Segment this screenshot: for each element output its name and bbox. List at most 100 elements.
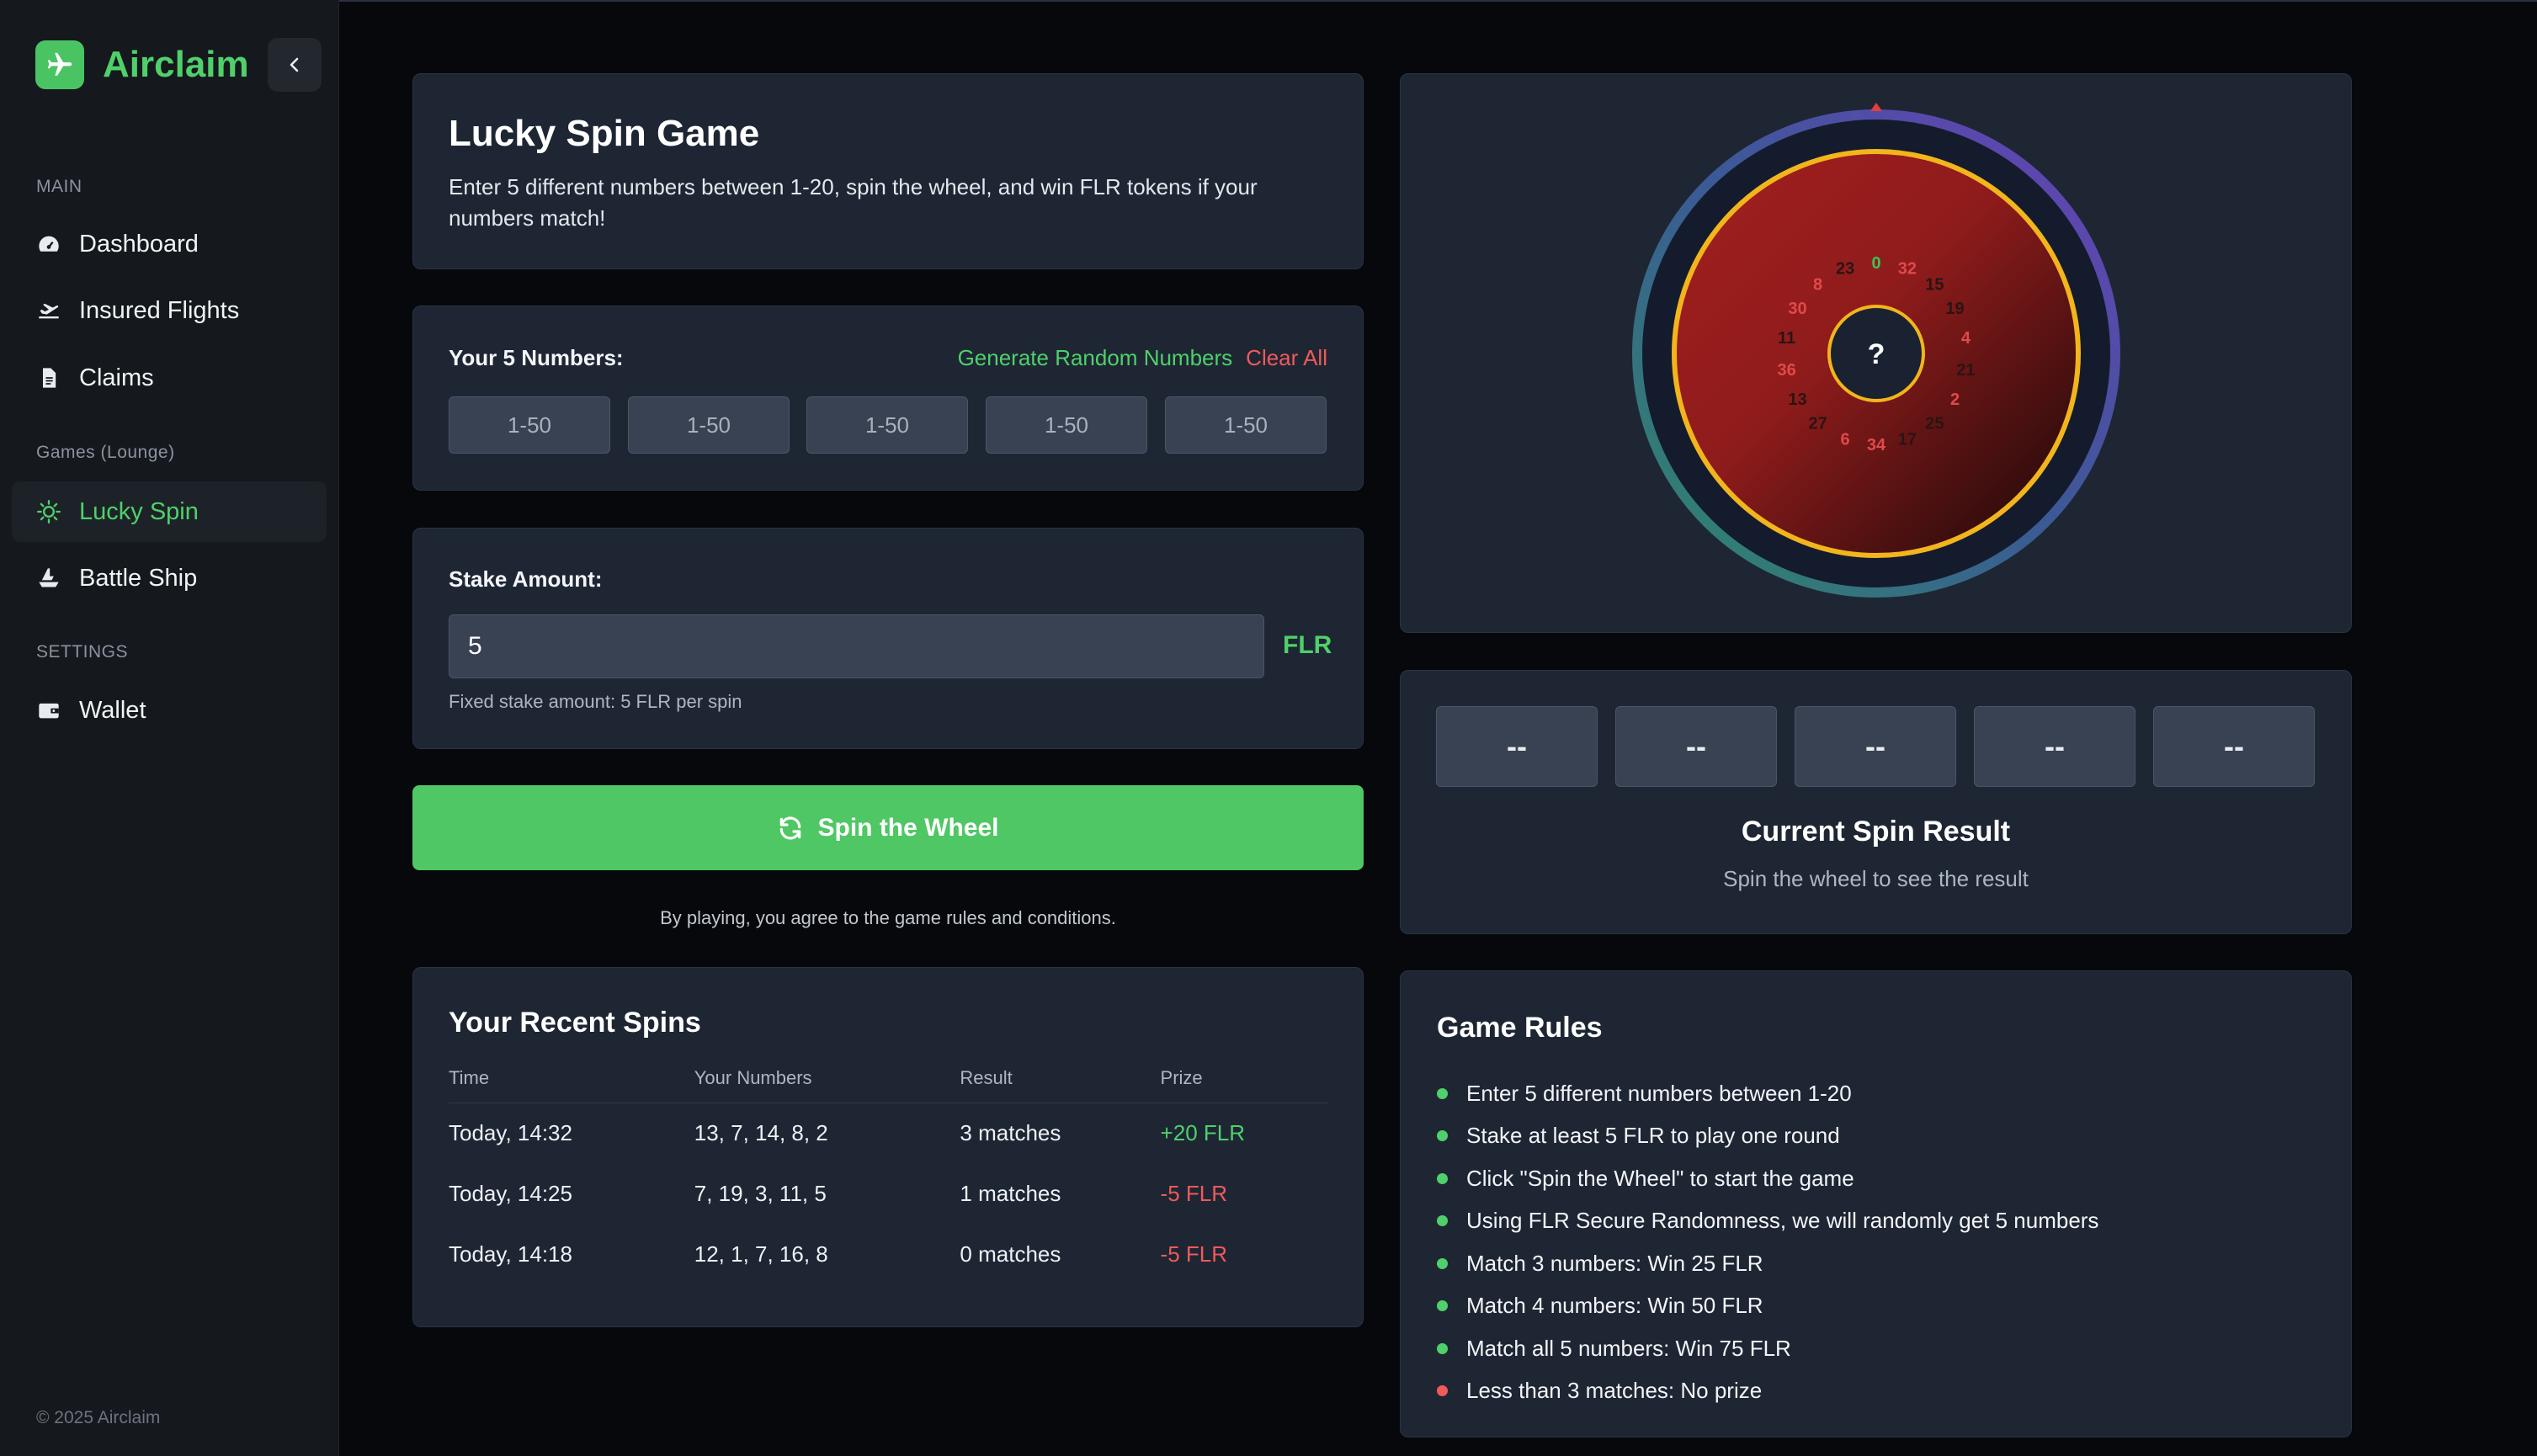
sidebar: Airclaim MAIN Dashboard Insured Flights … (0, 0, 339, 1456)
rule-item: Match all 5 numbers: Win 75 FLR (1437, 1327, 2098, 1370)
section-games-label: Games (Lounge) (36, 443, 175, 462)
spin-wheel-button[interactable]: Spin the Wheel (412, 785, 1364, 870)
cell-result: 0 matches (960, 1241, 1061, 1267)
rule-text: Stake at least 5 FLR to play one round (1466, 1123, 1840, 1149)
collapse-sidebar-button[interactable] (268, 38, 322, 92)
wheel-card: 0 32 15 19 4 21 2 25 17 34 6 27 13 36 11 30 8 23 ? (1400, 73, 2352, 633)
sidebar-item-label: Claims (79, 364, 154, 391)
result-slot-5: -- (2153, 706, 2315, 787)
rule-item: Using FLR Secure Randomness, we will ran… (1437, 1200, 2098, 1243)
rule-item: Click "Spin the Wheel" to start the game (1437, 1157, 2098, 1200)
wheel-pointer-icon (1870, 103, 1882, 111)
wheel-number: 32 (1898, 260, 1917, 279)
rule-item: Less than 3 matches: No prize (1437, 1370, 2098, 1413)
plane-logo-icon (35, 40, 84, 89)
cell-time: Today, 14:25 (449, 1180, 572, 1206)
wheel-number: 17 (1898, 431, 1917, 449)
plane-icon (35, 297, 62, 324)
rules-card: Game Rules Enter 5 different numbers bet… (1400, 970, 2352, 1437)
sidebar-item-wallet[interactable]: Wallet (12, 680, 327, 741)
result-subtitle: Spin the wheel to see the result (1723, 866, 2029, 891)
bullet-icon (1437, 1257, 1448, 1269)
sidebar-item-label: Insured Flights (79, 296, 240, 324)
recent-spins-title: Your Recent Spins (449, 1007, 701, 1039)
cell-time: Today, 14:32 (449, 1119, 572, 1145)
stake-currency: FLR (1283, 631, 1332, 659)
result-slot-3: -- (1795, 706, 1956, 787)
rule-item: Match 3 numbers: Win 25 FLR (1437, 1242, 2098, 1285)
cell-result: 3 matches (960, 1119, 1061, 1145)
number-input-4[interactable]: 1-50 (986, 396, 1147, 454)
result-title: Current Spin Result (1741, 816, 2011, 848)
column-numbers: Your Numbers (694, 1067, 960, 1103)
bullet-icon (1437, 1300, 1448, 1312)
result-slot-2: -- (1615, 706, 1777, 787)
wheel-number: 11 (1778, 329, 1795, 348)
stake-input[interactable]: 5 (449, 614, 1264, 678)
bullet-icon (1437, 1172, 1448, 1184)
section-settings-label: SETTINGS (36, 642, 129, 662)
rule-text: Click "Spin the Wheel" to start the game (1466, 1165, 1854, 1191)
bullet-icon (1437, 1087, 1448, 1099)
gauge-icon (35, 231, 62, 258)
rule-text: Less than 3 matches: No prize (1466, 1378, 1763, 1404)
column-result: Result (960, 1067, 1161, 1103)
recent-spins-card: Your Recent Spins Time Your Numbers Resu… (412, 967, 1364, 1327)
numbers-label: Your 5 Numbers: (449, 345, 624, 370)
rule-text: Match 4 numbers: Win 50 FLR (1466, 1293, 1763, 1319)
rule-text: Match all 5 numbers: Win 75 FLR (1466, 1335, 1791, 1361)
cell-time: Today, 14:18 (449, 1241, 572, 1267)
rules-list: Enter 5 different numbers between 1-20 S… (1437, 1072, 2098, 1412)
wheel-number: 23 (1836, 260, 1854, 279)
rules-title: Game Rules (1437, 1012, 1603, 1044)
spin-button-label: Spin the Wheel (817, 813, 999, 842)
number-input-1[interactable]: 1-50 (449, 396, 610, 454)
wheel-number: 15 (1925, 275, 1944, 294)
intro-card: Lucky Spin Game Enter 5 different number… (412, 73, 1364, 269)
brand[interactable]: Airclaim (35, 40, 249, 89)
stake-hint: Fixed stake amount: 5 FLR per spin (449, 691, 742, 712)
rule-text: Enter 5 different numbers between 1-20 (1466, 1080, 1852, 1106)
wheel-number: 8 (1813, 275, 1822, 294)
rule-text: Using FLR Secure Randomness, we will ran… (1466, 1208, 2099, 1234)
cell-prize: -5 FLR (1160, 1241, 1228, 1267)
wheel-number: 25 (1925, 415, 1944, 433)
generate-random-button[interactable]: Generate Random Numbers (958, 345, 1233, 371)
result-slot-4: -- (1974, 706, 2135, 787)
sidebar-item-lucky-spin[interactable]: Lucky Spin (12, 481, 327, 542)
cell-prize: +20 FLR (1160, 1119, 1245, 1145)
column-prize: Prize (1160, 1067, 1328, 1103)
sidebar-item-insured-flights[interactable]: Insured Flights (12, 280, 327, 341)
sidebar-item-dashboard[interactable]: Dashboard (12, 214, 327, 274)
sidebar-item-claims[interactable]: Claims (12, 348, 327, 408)
bullet-icon (1437, 1342, 1448, 1354)
stake-label: Stake Amount: (449, 566, 603, 592)
page-description: Enter 5 different numbers between 1-20, … (449, 174, 1258, 231)
spin-wheel[interactable]: 0 32 1519 4 21 2 25 17 34 6 2713 36 11 30 8 23 ? (1624, 101, 2129, 606)
number-input-2[interactable]: 1-50 (628, 396, 790, 454)
wheel-number: 4 (1961, 329, 1971, 348)
number-input-3[interactable]: 1-50 (806, 396, 968, 454)
clear-all-button[interactable]: Clear All (1246, 345, 1327, 371)
agreement-text: By playing, you agree to the game rules … (660, 907, 1116, 928)
column-time: Time (449, 1067, 694, 1103)
cell-prize: -5 FLR (1160, 1180, 1228, 1206)
ship-icon (35, 565, 62, 592)
wheel-number: 19 (1945, 300, 1964, 318)
wheel-number: 6 (1841, 431, 1850, 449)
wheel-center-label: ? (1868, 338, 1885, 370)
page-title: Lucky Spin Game (449, 113, 760, 154)
wheel-number: 34 (1867, 436, 1886, 454)
stake-card: Stake Amount: 5 FLR Fixed stake amount: … (412, 528, 1364, 749)
result-slot-1: -- (1436, 706, 1598, 787)
bullet-icon (1437, 1215, 1448, 1227)
result-card: -- -- -- -- -- Current Spin Result Spin … (1400, 670, 2352, 934)
sidebar-item-label: Lucky Spin (79, 497, 199, 525)
bullet-icon (1437, 1130, 1448, 1142)
table-row: Today, 14:18 12, 1, 7, 16, 8 0 matches -… (449, 1224, 1328, 1284)
section-main-label: MAIN (36, 177, 82, 196)
number-input-5[interactable]: 1-50 (1165, 396, 1327, 454)
wheel-number: 0 (1871, 254, 1880, 273)
sidebar-item-battle-ship[interactable]: Battle Ship (12, 548, 327, 608)
sidebar-item-label: Dashboard (79, 230, 199, 258)
